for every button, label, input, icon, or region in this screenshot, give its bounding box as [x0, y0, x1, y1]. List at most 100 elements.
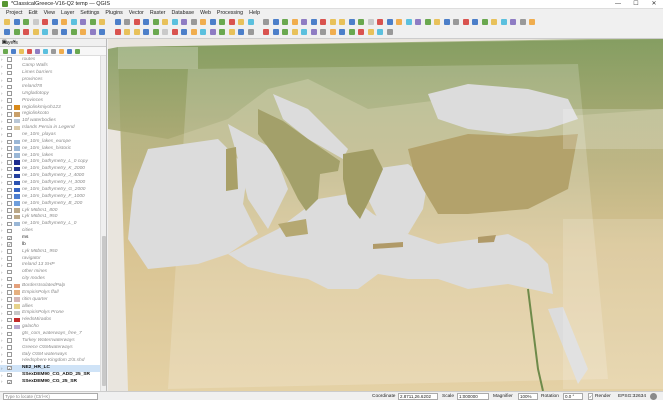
toolbar-tool-icon[interactable] — [272, 29, 279, 35]
toolbar-tool-icon[interactable] — [377, 29, 383, 35]
layer-row[interactable]: › Lyk M6bm1_950 — [0, 248, 100, 255]
layer-panel-tool-icon[interactable] — [51, 49, 56, 54]
layer-row[interactable]: › ne_10m_bathymetry_K_2000 — [0, 166, 100, 173]
toolbar-tool-icon[interactable] — [238, 19, 244, 25]
menu-item[interactable]: View — [41, 9, 58, 17]
layer-row[interactable]: › ne_10m_bathymetry_F_1000 — [0, 193, 100, 200]
expand-arrow-icon[interactable]: › — [1, 132, 3, 137]
layer-visibility-checkbox[interactable] — [7, 64, 12, 69]
layer-panel-tool-icon[interactable] — [19, 49, 24, 54]
layer-row[interactable]: › other mines — [0, 269, 100, 276]
layer-row[interactable]: › ne_10m_lakes_historic — [0, 145, 100, 152]
expand-arrow-icon[interactable]: › — [1, 201, 3, 206]
layer-row[interactable]: › Hiedsphere Kingdom 2/S.shd — [0, 358, 100, 365]
layer-visibility-checkbox[interactable] — [7, 221, 12, 227]
layer-visibility-checkbox[interactable] — [7, 256, 12, 261]
layer-panel-tool-icon[interactable] — [11, 49, 16, 54]
expand-arrow-icon[interactable]: › — [1, 359, 3, 364]
toolbar-tool-icon[interactable] — [320, 29, 326, 35]
layer-row[interactable]: › ne_10m_playas — [0, 131, 100, 138]
layer-row[interactable]: › regiolinkmiyoh123 — [0, 104, 100, 111]
map-canvas[interactable] — [108, 39, 663, 391]
layer-row[interactable]: › city modes — [0, 276, 100, 283]
layer-row[interactable]: › ne_10m_lakes_europe — [0, 138, 100, 145]
toolbar-tool-icon[interactable] — [181, 29, 187, 35]
toolbar-tool-icon[interactable] — [114, 19, 121, 25]
layer-panel-tool-icon[interactable] — [3, 49, 8, 54]
layer-visibility-checkbox[interactable] — [7, 269, 12, 275]
menu-item[interactable]: Settings — [77, 9, 102, 17]
expand-arrow-icon[interactable]: › — [1, 84, 3, 89]
coordinate-field[interactable]: 2.8711,26.6202 — [398, 393, 438, 400]
toolbar-tool-icon[interactable] — [491, 19, 497, 25]
expand-arrow-icon[interactable]: › — [1, 318, 3, 323]
toolbar-tool-icon[interactable] — [339, 19, 345, 25]
expand-arrow-icon[interactable]: › — [1, 325, 3, 330]
toolbar-tool-icon[interactable] — [32, 29, 39, 35]
layer-row[interactable]: › ne_10m_bathymetry_B_200 — [0, 200, 100, 207]
layer-row[interactable]: › ✓ SSexDEM90_CG_25_SR — [0, 378, 100, 385]
layer-visibility-checkbox[interactable] — [7, 228, 12, 234]
expand-arrow-icon[interactable]: › — [1, 160, 3, 165]
layer-row[interactable]: › Limes barriers — [0, 70, 100, 77]
toolbar-tool-icon[interactable] — [386, 19, 393, 25]
layer-visibility-checkbox[interactable] — [7, 180, 12, 186]
toolbar-tool-icon[interactable] — [247, 19, 254, 25]
layer-visibility-checkbox[interactable]: ✓ — [7, 235, 12, 241]
menu-item[interactable]: Vector — [126, 9, 147, 17]
layer-visibility-checkbox[interactable] — [7, 276, 12, 282]
menu-item[interactable]: Help — [246, 9, 263, 17]
toolbar-tool-icon[interactable] — [162, 19, 168, 25]
layer-row[interactable]: › Italy OSM waterways — [0, 351, 100, 358]
expand-arrow-icon[interactable]: › — [1, 297, 3, 302]
expand-arrow-icon[interactable]: › — [1, 277, 3, 282]
layer-visibility-checkbox[interactable] — [7, 57, 12, 62]
layer-row[interactable]: › Greece OSMwaterways — [0, 344, 100, 351]
expand-arrow-icon[interactable]: › — [1, 235, 3, 240]
minimize-button[interactable]: — — [609, 0, 627, 9]
layer-row[interactable]: › Ireland 13 SHP — [0, 262, 100, 269]
layer-visibility-checkbox[interactable] — [7, 201, 12, 206]
expand-arrow-icon[interactable]: › — [1, 270, 3, 275]
layer-row[interactable]: › Islands Persia in Legend — [0, 125, 100, 132]
layer-row[interactable]: › provinces — [0, 77, 100, 84]
layer-row[interactable]: › ne_10m_bathymetry_L_0 — [0, 221, 100, 228]
layer-visibility-checkbox[interactable] — [7, 139, 12, 144]
layer-visibility-checkbox[interactable] — [7, 105, 12, 110]
layer-row[interactable]: › ✓ lb — [0, 241, 100, 248]
toolbar-tool-icon[interactable] — [310, 29, 317, 35]
toolbar-tool-icon[interactable] — [42, 29, 48, 35]
toolbar-tool-icon[interactable] — [70, 19, 77, 25]
expand-arrow-icon[interactable]: › — [1, 222, 3, 227]
menu-item[interactable]: Web — [197, 9, 214, 17]
expand-arrow-icon[interactable]: › — [1, 352, 3, 357]
layer-row[interactable]: › Provinces — [0, 97, 100, 104]
toolbar-tool-icon[interactable] — [181, 19, 187, 25]
layer-row[interactable]: › ne_10m_bathymetry_L_0 copy — [0, 159, 100, 166]
expand-arrow-icon[interactable]: › — [1, 112, 3, 117]
expand-arrow-icon[interactable]: › — [1, 290, 3, 295]
expand-arrow-icon[interactable]: › — [1, 249, 3, 254]
layer-panel-tool-icon[interactable] — [27, 49, 32, 54]
toolbar-tool-icon[interactable] — [263, 29, 269, 35]
layer-visibility-checkbox[interactable] — [7, 166, 12, 172]
layer-row[interactable]: › ✓ ms — [0, 234, 100, 241]
layer-row[interactable]: › HiedsMirados — [0, 317, 100, 324]
toolbar-tool-icon[interactable] — [272, 19, 279, 25]
toolbar-tool-icon[interactable] — [329, 19, 336, 25]
layer-visibility-checkbox[interactable] — [7, 304, 12, 309]
layer-row[interactable]: › Lyk M6bm1_950 — [0, 214, 100, 221]
toolbar-tool-icon[interactable] — [13, 29, 20, 35]
layer-visibility-checkbox[interactable] — [7, 173, 12, 179]
expand-arrow-icon[interactable]: › — [1, 263, 3, 268]
layer-visibility-checkbox[interactable] — [7, 118, 12, 124]
toolbar-tool-icon[interactable] — [481, 19, 488, 25]
layer-visibility-checkbox[interactable] — [7, 297, 12, 302]
expand-arrow-icon[interactable]: › — [1, 256, 3, 261]
layer-row[interactable]: › ravigator — [0, 255, 100, 262]
layer-visibility-checkbox[interactable] — [7, 331, 12, 337]
menu-item[interactable]: Processing — [214, 9, 246, 17]
toolbar-tool-icon[interactable] — [70, 29, 77, 35]
toolbar-tool-icon[interactable] — [396, 19, 402, 25]
menu-item[interactable]: Database — [168, 9, 197, 17]
